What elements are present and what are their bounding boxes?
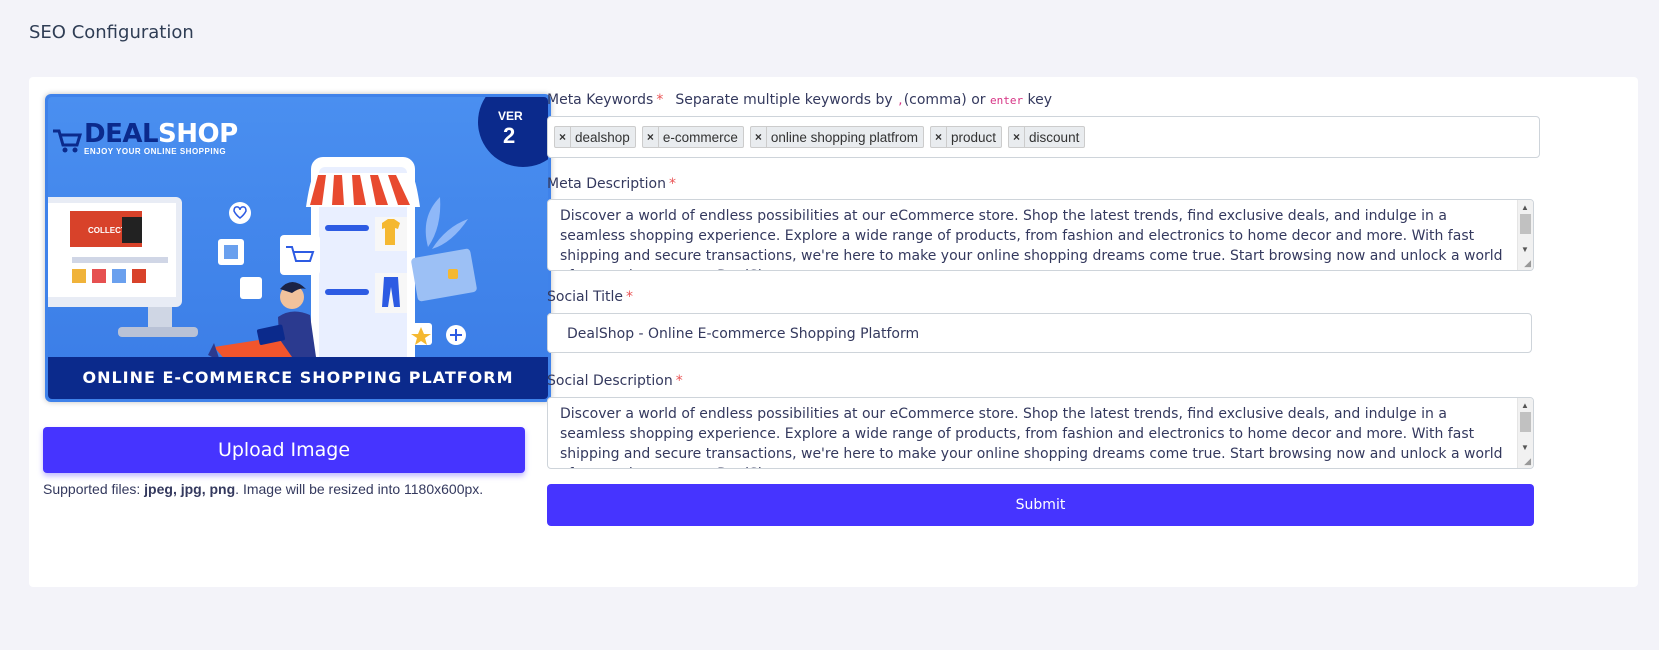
remove-tag-icon[interactable]: × (555, 127, 572, 147)
banner-footer: ONLINE E-COMMERCE SHOPPING PLATFORM (48, 357, 548, 399)
arrow-up-icon[interactable]: ▲ (1521, 203, 1529, 212)
required-mark: * (625, 289, 633, 305)
meta-keywords-label-row: Meta Keywords * Separate multiple keywords… (547, 92, 1052, 108)
meta-keywords-hint-text-1: Separate multiple keywords by (675, 92, 898, 108)
brand-tagline: ENJOY YOUR ONLINE SHOPPING (84, 147, 227, 156)
keyword-tag: × dealshop (554, 126, 636, 148)
social-description-textarea[interactable]: Discover a world of endless possibilitie… (547, 397, 1534, 469)
seo-image-preview[interactable]: DEALSHOP ENJOY YOUR ONLINE SHOPPING VER … (45, 94, 551, 402)
remove-tag-icon[interactable]: × (1009, 127, 1026, 147)
keyword-tag: × product (929, 126, 1003, 148)
social-title-label: Social Title (547, 289, 623, 305)
cart-icon (53, 129, 83, 153)
meta-keywords-hint-text-3: key (1023, 92, 1053, 108)
scrollbar-thumb[interactable] (1520, 214, 1531, 234)
banner-image: DEALSHOP ENJOY YOUR ONLINE SHOPPING VER … (48, 97, 548, 399)
scrollbar-thumb[interactable] (1520, 412, 1531, 432)
meta-description-label-row: Meta Description * (547, 176, 676, 192)
social-title-input[interactable]: DealShop - Online E-commerce Shopping Pl… (547, 313, 1532, 353)
keyword-tag-text: product (951, 129, 997, 145)
social-description-value: Discover a world of endless possibilitie… (560, 406, 1503, 468)
arrow-down-icon[interactable]: ▼ (1521, 245, 1529, 254)
supported-files-prefix: Supported files: (43, 481, 145, 497)
meta-keywords-hint-comma: , (897, 94, 904, 107)
supported-file-types: jpeg, jpg, png (144, 481, 236, 497)
supported-files-note: Supported files: jpeg, jpg, png. Image w… (43, 481, 483, 497)
shopping-illustration: COLLECTION (48, 157, 477, 357)
meta-description-value: Discover a world of endless possibilitie… (560, 208, 1503, 270)
social-description-label: Social Description (547, 373, 673, 389)
meta-keywords-hint-text-2: (comma) or (903, 92, 990, 108)
supported-files-suffix: . Image will be resized into 1180x600px. (235, 481, 484, 497)
meta-keywords-hint-enter: enter (989, 94, 1024, 107)
upload-image-button[interactable]: Upload Image (43, 427, 525, 473)
keyword-tag: × e-commerce (641, 126, 744, 148)
version-badge-number: 2 (503, 123, 516, 148)
social-description-label-row: Social Description * (547, 373, 683, 389)
resize-grip-icon[interactable]: ◢ (1524, 456, 1531, 467)
brand-logo: DEALSHOP (84, 119, 238, 149)
arrow-down-icon[interactable]: ▼ (1521, 443, 1529, 452)
keyword-tag-text: dealshop (575, 129, 630, 145)
seo-card: DEALSHOP ENJOY YOUR ONLINE SHOPPING VER … (29, 77, 1638, 587)
keyword-tag: × discount (1008, 126, 1086, 148)
required-mark: * (668, 176, 676, 192)
meta-keywords-hint: Separate multiple keywords by ,(comma) o… (675, 92, 1052, 108)
required-mark: * (656, 92, 664, 108)
resize-grip-icon[interactable]: ◢ (1524, 258, 1531, 269)
keyword-tag-text: discount (1029, 129, 1080, 145)
meta-description-textarea[interactable]: Discover a world of endless possibilitie… (547, 199, 1534, 271)
arrow-up-icon[interactable]: ▲ (1521, 401, 1529, 410)
brand-logo-part2: SHOP (158, 119, 238, 149)
remove-tag-icon[interactable]: × (751, 127, 767, 147)
keyword-tag-text: e-commerce (662, 129, 738, 145)
remove-tag-icon[interactable]: × (643, 127, 659, 147)
meta-keywords-input[interactable]: × dealshop × e-commerce × online shopping p… (547, 116, 1540, 158)
meta-keywords-label: Meta Keywords (547, 92, 654, 108)
keyword-tag: × online shopping platfrom (749, 126, 924, 148)
remove-tag-icon[interactable]: × (931, 127, 947, 147)
brand-logo-part1: DEAL (84, 119, 159, 149)
submit-button[interactable]: Submit (547, 484, 1534, 526)
version-badge-label: VER (498, 109, 523, 123)
social-title-label-row: Social Title * (547, 289, 633, 305)
meta-description-label: Meta Description (547, 176, 666, 192)
keyword-tag-text: online shopping platfrom (770, 129, 918, 145)
required-mark: * (675, 373, 683, 389)
page-title: SEO Configuration (29, 22, 194, 43)
